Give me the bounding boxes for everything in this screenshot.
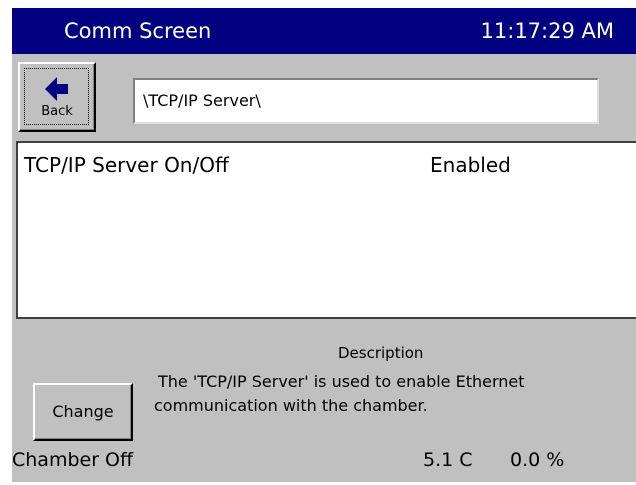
left-arrow-icon: [45, 77, 68, 101]
change-button[interactable]: Change: [33, 383, 133, 441]
comm-screen: Comm Screen 11:17:29 AM Back \TCP/IP Ser…: [12, 8, 636, 482]
chamber-state: Chamber Off: [12, 449, 134, 471]
humidity-readout: 0.0 %: [510, 449, 565, 471]
description-line-1: The 'TCP/IP Server' is used to enable Et…: [158, 372, 525, 391]
description-line-2: communication with the chamber.: [154, 396, 428, 415]
title-bar: Comm Screen 11:17:29 AM: [12, 8, 636, 54]
clock: 11:17:29 AM: [480, 19, 614, 43]
back-button[interactable]: Back: [18, 62, 96, 132]
temperature-readout: 5.1 C: [423, 449, 473, 471]
setting-value: Enabled: [430, 153, 511, 177]
back-button-label: Back: [41, 104, 73, 119]
list-item[interactable]: TCP/IP Server On/Off Enabled: [24, 153, 624, 183]
status-bar: Chamber Off 5.1 C 0.0 %: [12, 449, 636, 479]
description-title: Description: [338, 344, 424, 362]
description-text: The 'TCP/IP Server' is used to enable Et…: [154, 370, 624, 418]
settings-list: TCP/IP Server On/Off Enabled: [16, 141, 636, 319]
screen-title: Comm Screen: [64, 19, 212, 43]
setting-name: TCP/IP Server On/Off: [24, 153, 229, 177]
path-field: \TCP/IP Server\: [133, 78, 599, 124]
